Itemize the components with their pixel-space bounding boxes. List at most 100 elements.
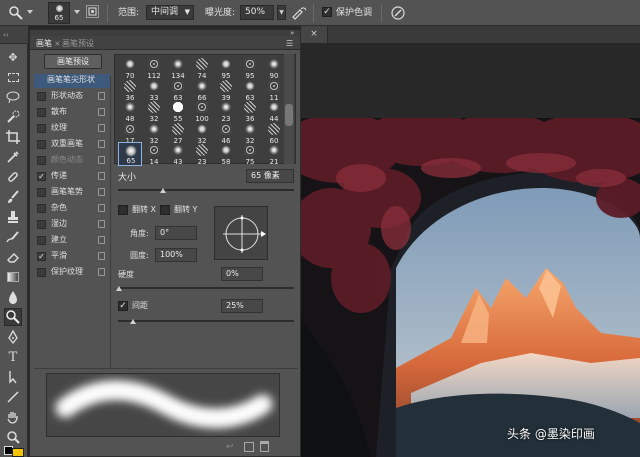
spacing-checkbox[interactable]: ✓ (118, 301, 128, 311)
crop-tool-icon[interactable] (4, 128, 22, 146)
brush-tip[interactable]: 32 (142, 99, 166, 123)
spacing-slider-thumb[interactable] (130, 319, 136, 324)
brush-tip[interactable]: 36 (238, 99, 262, 123)
brush-tip[interactable]: 23 (190, 142, 214, 166)
brush-tip[interactable]: 11 (262, 78, 286, 102)
brush-tip[interactable]: 65 (118, 142, 142, 166)
brush-tip[interactable]: 66 (190, 78, 214, 102)
brush-tip[interactable]: 95 (238, 56, 262, 80)
flip-y-checkbox[interactable] (160, 205, 170, 215)
brush-tip[interactable]: 17 (118, 121, 142, 145)
dodge-tool-button-icon[interactable] (4, 308, 22, 326)
move-tool-icon[interactable]: ✥ (4, 48, 22, 66)
brush-option-row[interactable]: 保护纹理 (34, 266, 110, 280)
roundness-field[interactable]: 100% (155, 248, 197, 262)
brush-tip[interactable]: 74 (190, 56, 214, 80)
brush-picker-arrow-icon[interactable] (74, 10, 80, 14)
lock-icon[interactable] (98, 156, 105, 164)
option-checkbox[interactable] (37, 156, 46, 165)
hand-tool-icon[interactable] (4, 408, 22, 426)
pen-tool-icon[interactable] (4, 328, 22, 346)
brush-tip[interactable]: 112 (142, 56, 166, 80)
brush-option-row[interactable]: 杂色 (34, 202, 110, 216)
option-checkbox[interactable]: ✓ (37, 172, 46, 181)
brush-tip[interactable]: 27 (166, 121, 190, 145)
brush-option-row[interactable]: ✓ 传递 (34, 170, 110, 184)
brush-panel-toggle-icon[interactable] (86, 5, 99, 18)
delete-icon[interactable] (260, 441, 269, 452)
foreground-color-swatch[interactable] (12, 448, 24, 457)
brush-tip[interactable]: 90 (262, 56, 286, 80)
tip-grid-scrollbar[interactable] (284, 54, 294, 164)
flip-x-checkbox[interactable] (118, 205, 128, 215)
lasso-tool-icon[interactable] (4, 88, 22, 106)
brush-tip[interactable]: 95 (214, 56, 238, 80)
marquee-tool-icon[interactable] (4, 68, 22, 86)
healing-brush-tool-icon[interactable] (4, 168, 22, 186)
option-checkbox[interactable] (37, 92, 46, 101)
brush-tip[interactable]: 14 (142, 142, 166, 166)
brush-picker[interactable]: 65 (48, 2, 70, 24)
brush-option-row[interactable]: ✓ 平滑 (34, 250, 110, 264)
gradient-tool-icon[interactable] (4, 268, 22, 286)
blur-tool-icon[interactable] (4, 288, 22, 306)
brush-tip[interactable]: 60 (262, 121, 286, 145)
option-checkbox[interactable] (37, 108, 46, 117)
brush-tip[interactable]: 63 (238, 78, 262, 102)
option-checkbox[interactable] (37, 268, 46, 277)
brush-tip[interactable]: 32 (238, 121, 262, 145)
exposure-slider-toggle-icon[interactable]: ▼ (277, 5, 286, 20)
brush-option-row[interactable]: 画笔笔势 (34, 186, 110, 200)
lock-icon[interactable] (98, 92, 105, 100)
brush-tip[interactable]: 70 (118, 56, 142, 80)
brush-tip[interactable]: 55 (166, 99, 190, 123)
brush-tip[interactable]: 39 (214, 78, 238, 102)
brush-tip[interactable]: 33 (142, 78, 166, 102)
option-checkbox[interactable] (37, 124, 46, 133)
brush-tip[interactable]: 36 (118, 78, 142, 102)
line-tool-icon[interactable] (4, 388, 22, 406)
eyedropper-tool-icon[interactable] (4, 148, 22, 166)
type-tool-icon[interactable]: T (4, 348, 22, 366)
hardness-slider-thumb[interactable] (116, 286, 122, 291)
size-slider-thumb[interactable] (160, 188, 166, 193)
hardness-slider[interactable] (118, 287, 294, 289)
lock-icon[interactable] (98, 124, 105, 132)
brush-presets-button[interactable]: 画笔预设 (44, 54, 102, 69)
brush-option-row[interactable]: 颜色动态 (34, 154, 110, 168)
size-slider[interactable] (118, 189, 294, 191)
quick-select-tool-icon[interactable] (4, 108, 22, 126)
hardness-field[interactable]: 0% (221, 267, 263, 281)
panel-menu-icon[interactable]: ☰ (286, 39, 293, 48)
lock-icon[interactable] (98, 236, 105, 244)
brush-option-row[interactable]: 画笔笔尖形状 (34, 74, 110, 88)
brush-option-row[interactable]: 双重画笔 (34, 138, 110, 152)
brush-tip[interactable]: 48 (118, 99, 142, 123)
brush-tip[interactable]: 134 (166, 56, 190, 80)
tab-brush[interactable]: 画笔 (36, 38, 52, 50)
lock-icon[interactable] (98, 204, 105, 212)
brush-tool-icon[interactable] (4, 188, 22, 206)
lock-icon[interactable] (98, 220, 105, 228)
protect-tones-checkbox[interactable]: ✓ (322, 7, 332, 17)
option-checkbox[interactable]: ✓ (37, 252, 46, 261)
brush-option-row[interactable]: 湿边 (34, 218, 110, 232)
document-canvas[interactable]: 头条 @墨染印画 (301, 118, 640, 457)
spacing-slider[interactable] (118, 320, 294, 322)
brush-tip[interactable]: 46 (214, 121, 238, 145)
eraser-tool-icon[interactable] (4, 248, 22, 266)
lock-icon[interactable] (98, 172, 105, 180)
exposure-field[interactable]: 50% (240, 5, 274, 20)
option-checkbox[interactable] (37, 220, 46, 229)
lock-icon[interactable] (98, 252, 105, 260)
lock-icon[interactable] (98, 268, 105, 276)
lock-icon[interactable] (98, 108, 105, 116)
lock-icon[interactable] (98, 188, 105, 196)
option-checkbox[interactable] (37, 140, 46, 149)
brush-option-row[interactable]: 建立 (34, 234, 110, 248)
tab-brush-presets[interactable]: 画笔预设 (62, 38, 94, 50)
tool-preset-arrow-icon[interactable] (27, 10, 33, 14)
brush-tip[interactable]: 21 (262, 142, 286, 166)
brush-tip[interactable]: 63 (166, 78, 190, 102)
scrollbar-thumb[interactable] (285, 104, 293, 126)
